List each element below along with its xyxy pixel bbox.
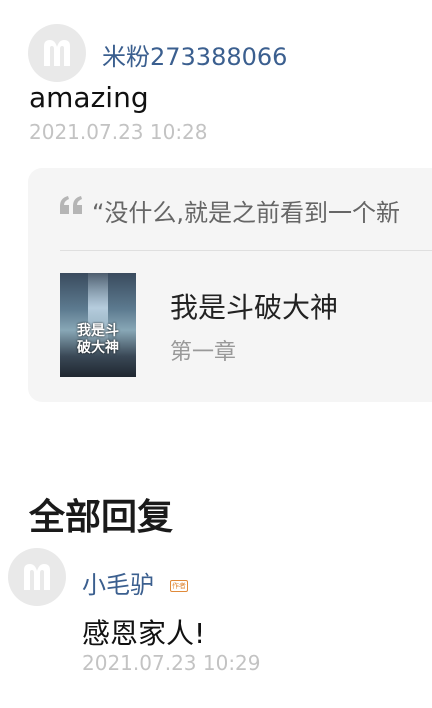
comment-timestamp: 2021.07.23 10:28 <box>29 120 208 144</box>
quote-text: “没什么,就是之前看到一个新 <box>92 199 401 227</box>
quote-mark-icon <box>60 196 82 214</box>
default-avatar-icon <box>44 40 70 66</box>
quoted-book-card[interactable]: “没什么,就是之前看到一个新 我是斗 破大神 我是斗破大神 第一章 <box>28 168 432 402</box>
section-title: 全部回复 <box>29 497 174 538</box>
book-title[interactable]: 我是斗破大神 <box>170 286 338 326</box>
default-avatar-icon <box>24 564 50 590</box>
user-avatar[interactable] <box>28 24 86 82</box>
book-cover[interactable]: 我是斗 破大神 <box>60 273 136 377</box>
cover-title: 我是斗 破大神 <box>77 323 119 356</box>
comment-username[interactable]: 米粉273388066 <box>102 37 287 72</box>
reply-username[interactable]: 小毛驴 <box>82 565 154 600</box>
comment-text: amazing <box>29 81 149 114</box>
divider <box>60 250 432 251</box>
author-badge: 作者 <box>170 580 188 592</box>
reply-avatar[interactable] <box>8 548 66 606</box>
reply-text: 感恩家人! <box>82 617 206 650</box>
book-chapter: 第一章 <box>170 340 237 365</box>
reply-timestamp: 2021.07.23 10:29 <box>82 651 261 675</box>
